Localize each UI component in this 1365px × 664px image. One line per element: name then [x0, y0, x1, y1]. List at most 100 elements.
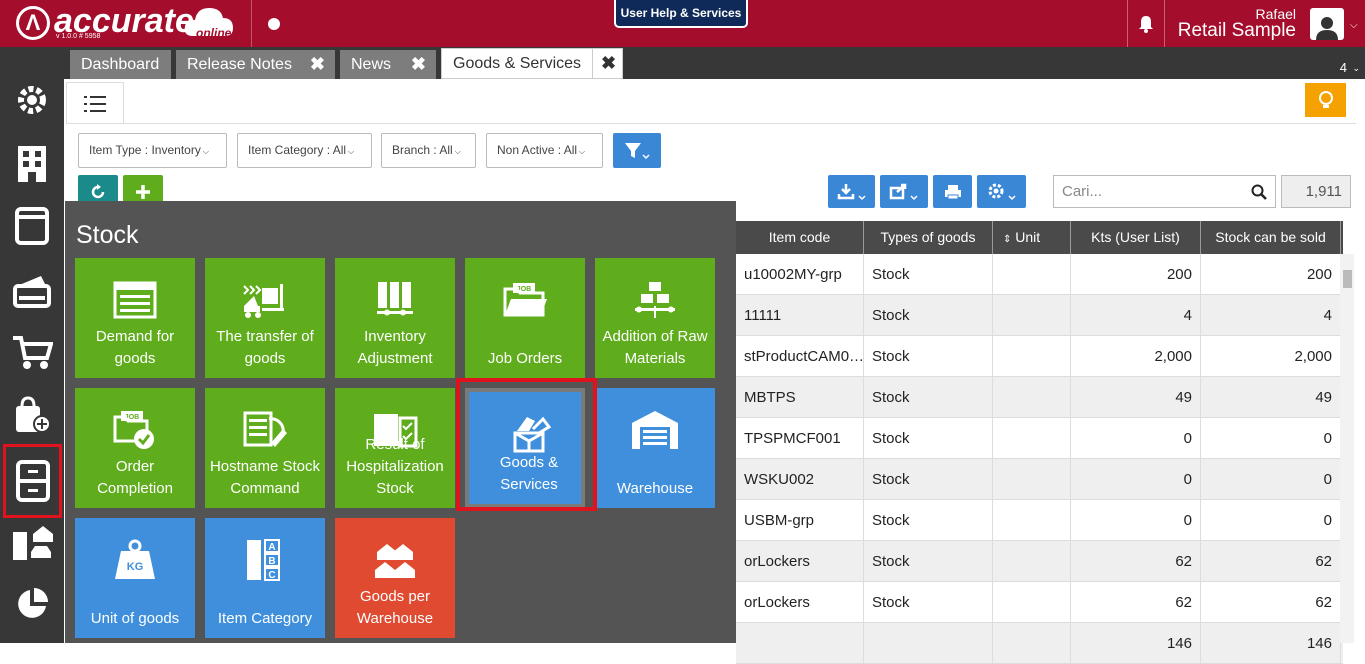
tab-goods-services[interactable]: Goods & Services ✖: [441, 48, 623, 79]
cabinet-icon[interactable]: [3, 444, 62, 518]
table-row[interactable]: stProductCAM0… Stock 2,000 2,000: [736, 336, 1343, 377]
table-cell: 62: [1201, 541, 1341, 582]
table-cell: 2,000: [1201, 336, 1341, 377]
column-header[interactable]: ⇕ Unit: [993, 221, 1071, 254]
tab-bar: Dashboard Release Notes ✖ News ✖ Goods & S…: [64, 47, 1365, 79]
gear-icon: [988, 183, 1016, 200]
job-folder-icon: JOB: [465, 278, 585, 322]
menu-tile-result-of-hospitalization-stock[interactable]: Result of Hospitalization Stock: [335, 388, 455, 508]
tile-label: Item Category: [217, 610, 313, 627]
column-header[interactable]: Item code: [736, 221, 864, 254]
menu-tile-job-orders[interactable]: JOB Job Orders: [465, 258, 585, 378]
logo-sub: online: [196, 26, 232, 40]
tile-label: Unit of goods: [90, 610, 180, 627]
table-row[interactable]: 11111 Stock 4 4: [736, 295, 1343, 336]
table-cell: Stock: [864, 377, 993, 418]
search-input[interactable]: Cari...: [1053, 175, 1276, 208]
shopping-cart-icon[interactable]: [0, 321, 64, 383]
open-tab-count[interactable]: 4: [1340, 60, 1347, 75]
ledger-book-icon[interactable]: [0, 195, 64, 257]
menu-tile-inventory-adjustment[interactable]: Inventory Adjustment: [335, 258, 455, 378]
settings-gear-icon[interactable]: [0, 69, 64, 131]
menu-tile-order-completion[interactable]: JOB Order Completion: [75, 388, 195, 508]
notification-bell-icon[interactable]: [1127, 0, 1165, 47]
svg-text:KG: KG: [127, 561, 144, 573]
filter-item-type[interactable]: Item Type : Inventory ⌵: [78, 133, 227, 168]
table-row[interactable]: u10002MY-grp Stock 200 200: [736, 254, 1343, 295]
tab-release-notes[interactable]: Release Notes ✖: [176, 50, 335, 79]
chevron-down-icon[interactable]: ⌄: [1352, 63, 1360, 74]
table-cell: [993, 418, 1071, 459]
tab-label: Release Notes: [187, 56, 292, 73]
column-header[interactable]: Kts (User List): [1071, 221, 1201, 254]
weight-kg-icon: KG: [75, 538, 195, 582]
column-header[interactable]: Types of goods: [864, 221, 993, 254]
tab-news[interactable]: News ✖: [340, 50, 436, 79]
tile-label: Demand for goods: [95, 328, 175, 367]
filter-label: Item Category : All: [248, 143, 347, 157]
sidebar: [0, 47, 64, 643]
table-cell: 200: [1201, 254, 1341, 295]
table-row[interactable]: orLockers Stock 62 62: [736, 541, 1343, 582]
table-row[interactable]: WSKU002 Stock 0 0: [736, 459, 1343, 500]
column-label: Unit: [1015, 229, 1041, 245]
table-cell: [993, 336, 1071, 377]
avatar[interactable]: [1310, 8, 1344, 40]
export-button[interactable]: [880, 175, 928, 208]
bag-add-icon[interactable]: [0, 383, 64, 445]
table-cell: 0: [1201, 418, 1341, 459]
filter-item-category[interactable]: Item Category : All ⌵: [237, 133, 372, 168]
company-name[interactable]: Retail Sample: [1178, 20, 1296, 42]
user-help-button[interactable]: User Help & Services: [614, 0, 748, 28]
search-icon[interactable]: [1251, 184, 1267, 200]
scrollbar[interactable]: [1340, 254, 1354, 643]
filter-branch[interactable]: Branch : All ⌵: [381, 133, 476, 168]
tile-label: The transfer of goods: [216, 328, 314, 367]
table-row[interactable]: MBTPS Stock 49 49: [736, 377, 1343, 418]
menu-tile-item-category[interactable]: A B C Item Category: [205, 518, 325, 638]
wallet-icon[interactable]: [0, 259, 64, 321]
table-cell: WSKU002: [736, 459, 864, 500]
menu-tile-unit-of-goods[interactable]: KG Unit of goods: [75, 518, 195, 638]
pie-chart-icon[interactable]: [0, 573, 64, 635]
settings-button[interactable]: [977, 175, 1026, 208]
table-row[interactable]: TPSPMCF001 Stock 0 0: [736, 418, 1343, 459]
table-row[interactable]: USBM-grp Stock 0 0: [736, 500, 1343, 541]
table-cell: TPSPMCF001: [736, 418, 864, 459]
tile-label: Warehouse: [616, 480, 694, 497]
table-row[interactable]: 146 146: [736, 623, 1343, 664]
lightbulb-icon[interactable]: [1305, 83, 1346, 117]
filter-non-active[interactable]: Non Active : All ⌵: [486, 133, 603, 168]
menu-tile-goods-per-warehouse[interactable]: Goods per Warehouse: [335, 518, 455, 638]
print-button[interactable]: [933, 175, 972, 208]
close-icon[interactable]: ✖: [411, 50, 426, 79]
chevron-down-icon[interactable]: ⌵: [1350, 20, 1358, 31]
close-icon[interactable]: ✖: [592, 49, 622, 78]
goods-warehouse-icon: [335, 538, 455, 582]
menu-tile-hostname-stock-command[interactable]: Hostname Stock Command: [205, 388, 325, 508]
status-dot-button[interactable]: [268, 18, 280, 30]
stock-menu-panel: Stock Demand for goods The transfer of go…: [65, 201, 736, 643]
tab-dashboard[interactable]: Dashboard: [70, 50, 171, 79]
filter-funnel-button[interactable]: [613, 133, 661, 168]
table-cell: 0: [1071, 500, 1201, 541]
close-icon[interactable]: ✖: [310, 50, 325, 79]
menu-tile-the-transfer-of-goods[interactable]: The transfer of goods: [205, 258, 325, 378]
demand-form-icon: [75, 278, 195, 322]
building-icon[interactable]: [0, 133, 64, 195]
company-assets-icon[interactable]: [0, 511, 64, 573]
user-icon: [1316, 17, 1338, 40]
filter-label: Non Active : All: [497, 143, 578, 157]
scrollbar-thumb[interactable]: [1343, 270, 1352, 288]
app-logo[interactable]: Λ accurate: [16, 4, 194, 40]
column-header[interactable]: Stock can be sold: [1201, 221, 1341, 254]
table-row[interactable]: orLockers Stock 62 62: [736, 582, 1343, 623]
menu-tile-addition-of-raw-materials[interactable]: Addition of Raw Materials: [595, 258, 715, 378]
table-cell: [993, 541, 1071, 582]
table-cell: 11111: [736, 295, 864, 336]
menu-tile-demand-for-goods[interactable]: Demand for goods: [75, 258, 195, 378]
table-cell: 62: [1071, 582, 1201, 623]
menu-tile-warehouse[interactable]: Warehouse: [595, 388, 715, 508]
list-view-button[interactable]: [66, 82, 124, 124]
import-button[interactable]: [828, 175, 875, 208]
